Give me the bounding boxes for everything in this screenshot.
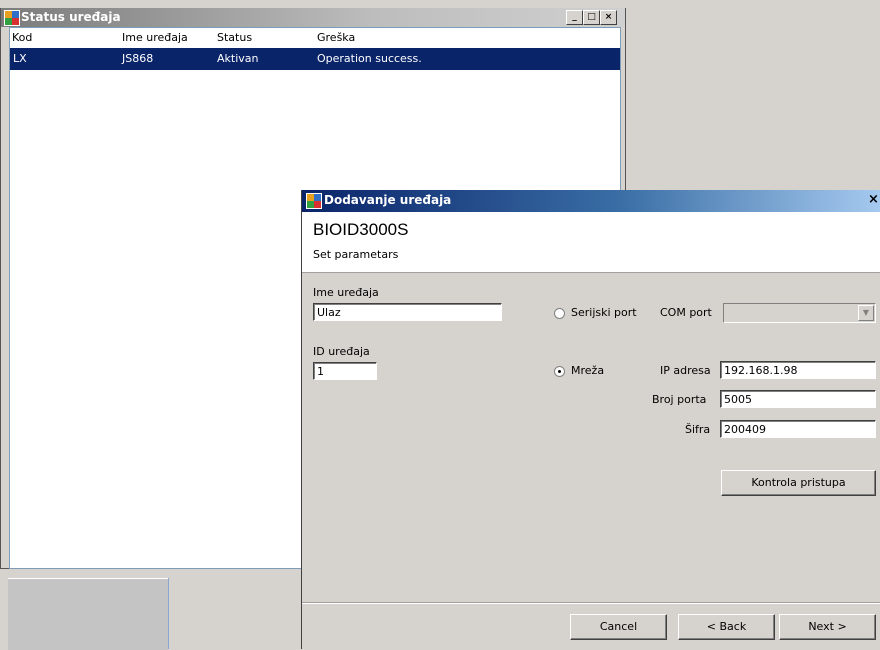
- dialog-titlebar[interactable]: Dodavanje uređaja ×: [302, 190, 880, 212]
- device-name-label: Ime uređaja: [313, 286, 379, 299]
- dialog-title: Dodavanje uređaja: [324, 193, 452, 207]
- app-icon: [306, 193, 322, 209]
- serial-port-radio[interactable]: [554, 308, 565, 319]
- serial-port-label[interactable]: Serijski port: [571, 306, 637, 319]
- bottom-panel-left: [8, 578, 168, 650]
- chevron-down-icon[interactable]: ▼: [858, 305, 874, 321]
- next-button[interactable]: Next >: [779, 614, 876, 640]
- column-header-status[interactable]: Status: [217, 31, 252, 44]
- app-icon: [4, 10, 20, 26]
- column-header-greska[interactable]: Greška: [317, 31, 355, 44]
- com-port-select[interactable]: ▼: [723, 303, 876, 323]
- dialog-close-icon[interactable]: ×: [868, 192, 879, 207]
- network-label[interactable]: Mreža: [571, 364, 604, 377]
- device-id-label: ID uređaja: [313, 345, 370, 358]
- com-port-label: COM port: [660, 306, 712, 319]
- footer-separator: [302, 602, 880, 604]
- network-radio[interactable]: [554, 366, 565, 377]
- close-button[interactable]: ×: [600, 10, 617, 25]
- status-window-title: Status uređaja: [21, 10, 121, 24]
- ip-address-input[interactable]: 192.168.1.98: [720, 361, 876, 379]
- column-header-kod[interactable]: Kod: [12, 31, 32, 44]
- cell-status: Aktivan: [217, 52, 259, 65]
- dialog-subheading: Set parametars: [313, 248, 399, 261]
- table-row[interactable]: LX JS868 Aktivan Operation success.: [10, 48, 620, 70]
- password-input[interactable]: 200409: [720, 420, 876, 438]
- cell-ime: JS868: [122, 52, 154, 65]
- back-button[interactable]: < Back: [678, 614, 775, 640]
- device-id-input[interactable]: 1: [313, 362, 377, 380]
- password-label: Šifra: [685, 423, 711, 436]
- bottom-panel-right: [168, 578, 309, 649]
- column-header-ime[interactable]: Ime uređaja: [122, 31, 188, 44]
- ip-address-label: IP adresa: [660, 364, 711, 377]
- cell-greska: Operation success.: [317, 52, 422, 65]
- maximize-button[interactable]: □: [583, 10, 600, 25]
- port-number-label: Broj porta: [652, 393, 707, 406]
- minimize-button[interactable]: _: [566, 10, 583, 25]
- access-control-button[interactable]: Kontrola pristupa: [721, 470, 876, 496]
- status-window-titlebar[interactable]: Status uređaja _ □ ×: [1, 8, 625, 27]
- device-name-input[interactable]: Ulaz: [313, 303, 502, 321]
- device-model-heading: BIOID3000S: [313, 220, 409, 239]
- port-number-input[interactable]: 5005: [720, 390, 876, 408]
- dialog-header: BIOID3000S Set parametars: [302, 212, 880, 273]
- add-device-dialog: Dodavanje uređaja × BIOID3000S Set param…: [301, 190, 880, 649]
- list-header: Kod Ime uređaja Status Greška: [10, 28, 620, 48]
- cancel-button[interactable]: Cancel: [570, 614, 667, 640]
- cell-kod: LX: [13, 52, 27, 65]
